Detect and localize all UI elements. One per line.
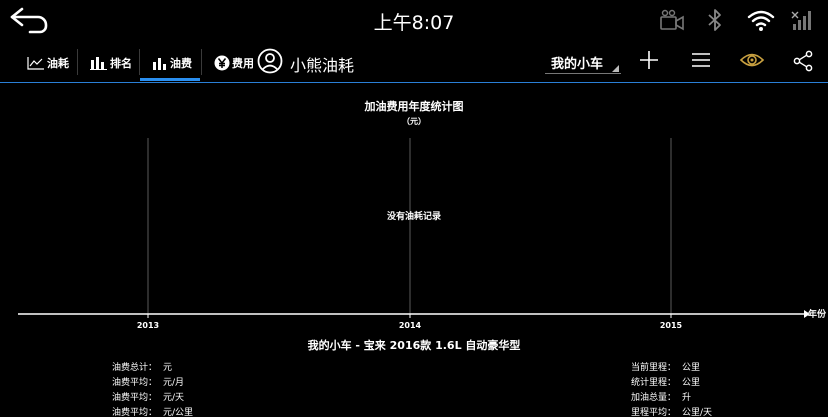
active-tab-indicator — [140, 78, 200, 81]
stat-row: 里程平均： 公里/天 — [631, 406, 712, 417]
menu-icon[interactable] — [690, 49, 712, 71]
stat-row: 油费平均： 元/月 — [112, 376, 193, 391]
stat-label: 加油总量： — [631, 393, 677, 403]
tab-label: 油耗 — [47, 57, 69, 70]
ranking-icon — [90, 57, 107, 70]
no-signal-icon — [791, 11, 811, 30]
tab-expenses[interactable]: 费用 — [214, 44, 254, 82]
eye-icon[interactable] — [739, 50, 765, 70]
app-title: 小熊油耗 — [290, 56, 355, 75]
tab-label: 排名 — [110, 57, 132, 70]
yen-icon — [214, 55, 230, 71]
x-tick-label: 2015 — [660, 321, 683, 330]
stats-right: 当前里程： 公里 统计里程： 公里 加油总量： 升 里程平均： 公里/天 — [631, 361, 712, 417]
stat-row: 统计里程： 公里 — [631, 376, 712, 391]
stat-row: 油费平均： 元/公里 — [112, 406, 193, 417]
stat-label: 油费平均： — [112, 378, 158, 388]
stat-label: 当前里程： — [631, 363, 677, 373]
stat-label: 里程平均： — [631, 408, 677, 417]
car-select-dropdown[interactable]: 我的小车 — [545, 48, 621, 74]
stat-unit: 公里 — [682, 363, 701, 373]
plus-icon[interactable] — [638, 49, 660, 71]
stat-unit: 公里/天 — [682, 408, 713, 417]
status-bar: 上午8:07 — [0, 0, 828, 40]
chevron-down-icon — [612, 65, 619, 72]
tab-fuel-cost[interactable]: 油费 — [152, 44, 192, 82]
stat-label: 统计里程： — [631, 378, 677, 388]
stat-unit: 元/月 — [163, 378, 185, 388]
header-divider — [0, 82, 828, 83]
stat-label: 油费平均： — [112, 408, 158, 417]
empty-state-message: 没有油耗记录 — [386, 212, 441, 222]
stat-row: 加油总量： 升 — [631, 391, 712, 406]
stat-label: 油费总计： — [112, 363, 158, 373]
chart-title: 加油费用年度统计图 — [364, 100, 464, 113]
divider — [545, 73, 621, 74]
car-select-value: 我的小车 — [551, 57, 604, 72]
stat-row: 油费平均： 元/天 — [112, 391, 193, 406]
x-tick-label: 2014 — [399, 321, 422, 330]
annual-cost-chart: 2013 2014 2015 年份 — [18, 138, 827, 330]
wifi-icon — [747, 10, 775, 31]
x-tick-label: 2013 — [137, 321, 159, 330]
stat-unit: 元 — [163, 363, 173, 373]
stat-row: 油费总计： 元 — [112, 361, 193, 376]
line-chart-icon — [27, 57, 44, 70]
camera-off-icon — [660, 9, 684, 31]
stat-unit: 升 — [682, 393, 692, 403]
user-icon[interactable] — [257, 48, 283, 74]
stats-left: 油费总计： 元 油费平均： 元/月 油费平均： 元/天 油费平均： 元/公里 — [112, 361, 193, 417]
stat-unit: 公里 — [682, 378, 701, 388]
divider — [77, 49, 78, 75]
x-axis-unit-label: 年份 — [808, 308, 827, 320]
chart-unit-label: （元） — [402, 117, 426, 126]
tab-ranking[interactable]: 排名 — [90, 44, 132, 82]
share-icon[interactable] — [792, 50, 814, 72]
stat-label: 油费平均： — [112, 393, 158, 403]
divider — [139, 49, 140, 75]
tab-label: 费用 — [232, 57, 254, 70]
stat-unit: 元/天 — [163, 393, 185, 403]
car-description: 我的小车 - 宝来 2016款 1.6L 自动豪华型 — [307, 339, 521, 352]
stat-row: 当前里程： 公里 — [631, 361, 712, 376]
stat-unit: 元/公里 — [163, 408, 194, 417]
tab-fuel-consumption[interactable]: 油耗 — [27, 44, 69, 82]
bluetooth-icon — [708, 9, 721, 31]
tab-label: 油费 — [170, 57, 192, 70]
divider — [201, 49, 202, 75]
bar-chart-icon — [153, 58, 166, 70]
